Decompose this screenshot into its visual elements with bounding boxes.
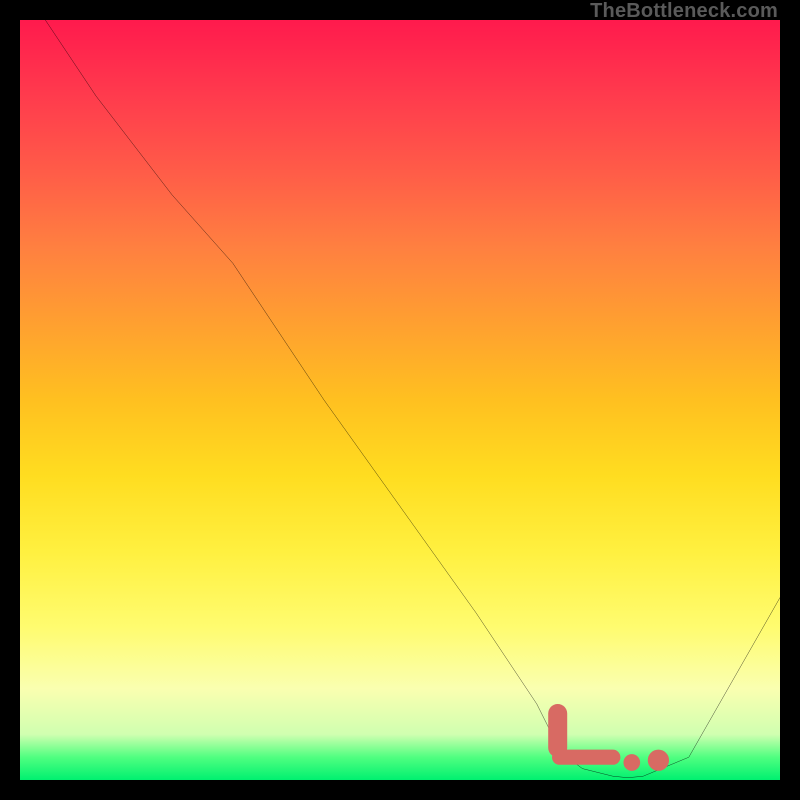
marker-layer <box>548 704 669 771</box>
bottleneck-curve-path <box>35 5 780 778</box>
chart-svg <box>20 20 780 780</box>
curve-marker <box>552 750 620 765</box>
chart-frame: TheBottleneck.com <box>0 0 800 800</box>
curve-marker-dot <box>623 754 640 771</box>
curve-marker <box>548 704 567 757</box>
watermark-text: TheBottleneck.com <box>590 0 778 23</box>
curve-marker-dot <box>648 750 669 771</box>
